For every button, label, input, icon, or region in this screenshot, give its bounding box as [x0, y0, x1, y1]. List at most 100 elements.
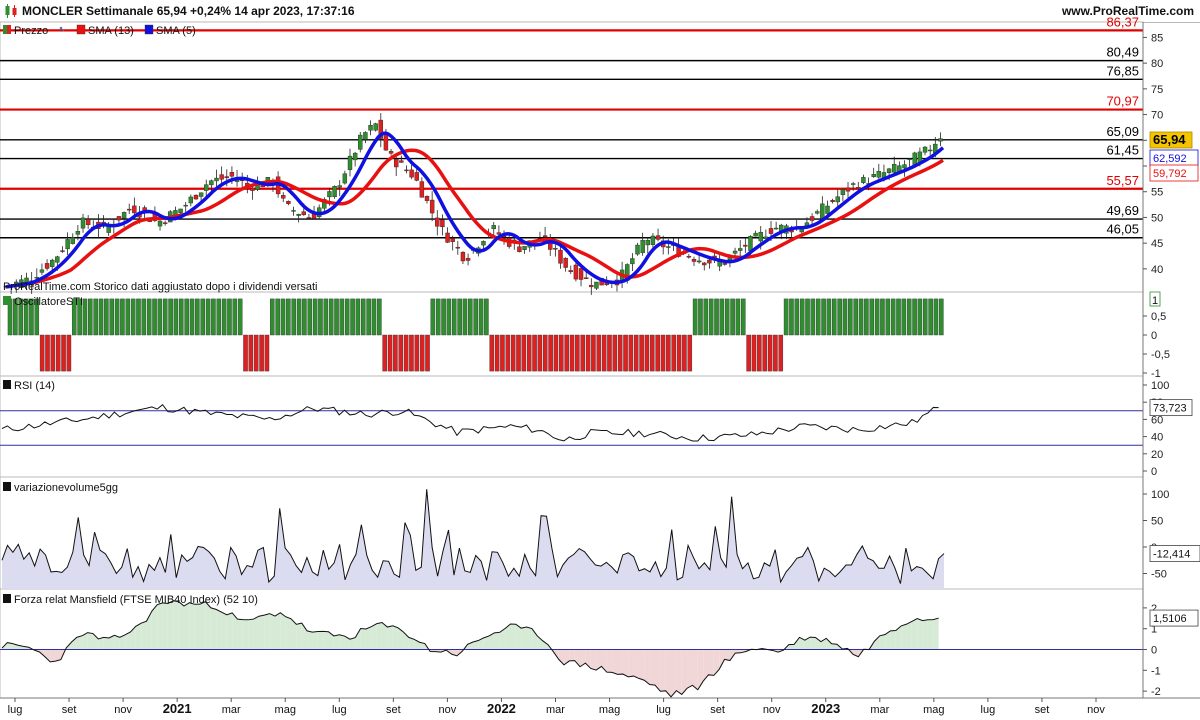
- candle-body: [912, 152, 917, 166]
- sti-bar: [553, 334, 559, 372]
- mansfield-area-segment: [526, 627, 532, 650]
- x-tick-label: mar: [870, 704, 889, 716]
- sti-bar: [869, 298, 875, 336]
- mansfield-area-segment: [933, 618, 939, 650]
- candle-body: [707, 259, 712, 264]
- x-tick-label: mar: [222, 704, 241, 716]
- sti-bar: [371, 298, 377, 336]
- candle-body: [39, 269, 45, 273]
- candle-body: [352, 152, 358, 161]
- last-value-text: 62,592: [1153, 153, 1187, 165]
- sti-bar: [39, 334, 45, 372]
- mansfield-area-segment: [879, 634, 886, 650]
- candle-body: [198, 192, 204, 197]
- sti-bar: [848, 298, 853, 336]
- mansfield-area-segment: [226, 612, 233, 650]
- mansfield-area-segment: [660, 649, 666, 692]
- candle-body: [404, 169, 409, 172]
- sti-bar: [344, 298, 350, 336]
- chart-canvas[interactable]: 4045505560657075808586,3780,4976,8570,97…: [0, 0, 1200, 720]
- sti-bar: [639, 334, 644, 372]
- sti-bar: [526, 334, 532, 372]
- legend-label: SMA (5): [156, 25, 196, 37]
- level-label: 70,97: [1106, 94, 1139, 109]
- candle-body: [121, 212, 127, 219]
- sti-bar: [398, 334, 404, 372]
- sti-bar: [896, 298, 901, 336]
- sti-bar: [724, 298, 730, 336]
- mansfield-area-segment: [151, 604, 158, 650]
- sti-bar: [136, 298, 141, 336]
- sti-bar: [451, 298, 457, 336]
- candle-body: [650, 235, 656, 245]
- mansfield-area-segment: [521, 627, 527, 650]
- sti-bar: [473, 298, 478, 336]
- candle-body: [209, 180, 214, 186]
- x-tick-label: lug: [981, 704, 996, 716]
- mansfield-area-segment: [606, 649, 613, 673]
- candle-body: [219, 174, 224, 180]
- sti-bar: [676, 334, 682, 372]
- candle-body: [419, 181, 425, 198]
- mansfield-area-segment: [622, 649, 629, 677]
- sti-bar: [580, 334, 585, 372]
- sti-bar: [548, 334, 553, 372]
- candle-body: [306, 217, 312, 219]
- mansfield-area-segment: [221, 612, 227, 650]
- mansfield-area-segment: [183, 602, 190, 650]
- mansfield-area-segment: [360, 628, 366, 650]
- mansfield-area-segment: [189, 602, 195, 650]
- sti-bar: [922, 298, 928, 336]
- candle-body: [60, 250, 65, 252]
- sti-bar: [125, 298, 131, 336]
- sti-bar: [82, 298, 88, 336]
- sti-bar: [917, 298, 923, 336]
- price-panel: [0, 21, 1144, 293]
- sti-bar: [264, 334, 270, 372]
- candle-body: [75, 231, 81, 235]
- mansfield-area-segment: [200, 601, 206, 650]
- sti-bar: [612, 334, 618, 372]
- sti-bar: [617, 334, 623, 372]
- candle-body: [250, 187, 255, 191]
- sti-bar: [114, 298, 120, 336]
- candle-body: [825, 205, 830, 214]
- candle-body: [424, 196, 430, 201]
- x-tick-label: 2022: [487, 701, 516, 716]
- sti-bar: [575, 334, 580, 372]
- mansfield-area-segment: [269, 613, 275, 650]
- candle-body: [922, 146, 928, 153]
- sti-bar: [890, 298, 896, 336]
- sti-bar: [88, 298, 93, 336]
- sti-bar: [842, 298, 848, 336]
- sti-bar: [542, 334, 548, 372]
- mansfield-area-segment: [376, 622, 383, 650]
- price-tick-label: 50: [1151, 212, 1163, 224]
- x-tick-label: mar: [546, 704, 565, 716]
- mansfield-area-segment: [76, 635, 83, 650]
- mansfield-area-segment: [724, 649, 730, 661]
- sti-bar: [382, 334, 387, 372]
- mansfield-area-segment: [708, 649, 714, 676]
- candle-body: [840, 189, 846, 195]
- candle-body: [563, 257, 568, 268]
- sti-bar: [393, 334, 398, 372]
- price-legend: Prezzo SMA (13) SMA (5): [3, 24, 196, 37]
- mansfield-area-segment: [810, 637, 816, 650]
- candle-body: [127, 208, 132, 211]
- candle-body: [70, 237, 75, 244]
- sti-bar: [746, 334, 751, 372]
- sti-bar: [564, 334, 569, 372]
- chart-root: MONCLER Settimanale 65,94 +0,24% 14 apr …: [0, 0, 1200, 720]
- candle-body: [301, 211, 306, 216]
- candle-body: [193, 194, 199, 200]
- sti-bar: [296, 298, 302, 336]
- sti-bar: [644, 334, 650, 372]
- mansfield-area-segment: [103, 637, 110, 650]
- candle-body: [327, 191, 332, 198]
- candle-body: [332, 186, 337, 198]
- candle-body: [830, 200, 835, 202]
- sti-bar: [719, 298, 725, 336]
- sti-bar: [189, 298, 195, 336]
- candle-body: [157, 220, 163, 227]
